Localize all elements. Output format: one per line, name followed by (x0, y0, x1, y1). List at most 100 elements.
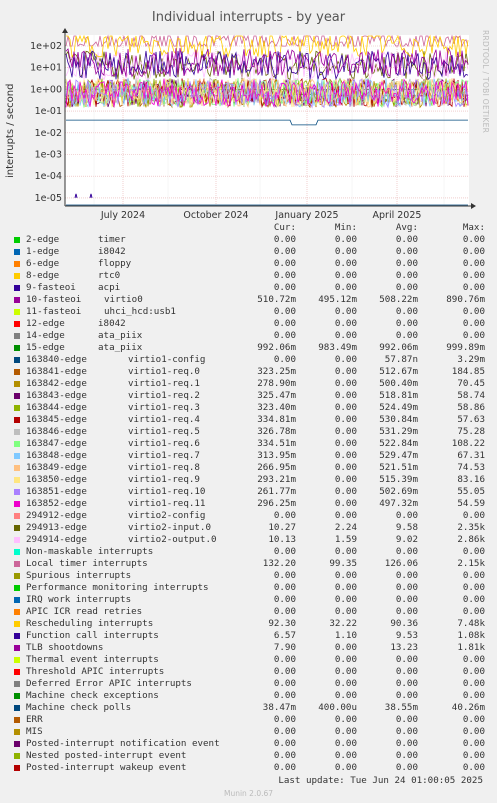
legend-avg: 0.00 (395, 318, 418, 329)
legend-cur: 278.90m (257, 378, 296, 389)
legend-device: ata_piix (98, 330, 143, 341)
y-tick-label: 1e-04 (35, 171, 62, 182)
legend-row: 163844-edge virtio1-req.3 323.40m 0.00 524.4… (0, 402, 497, 414)
legend-row: MIS 0.00 0.00 0.00 0.00 (0, 726, 497, 738)
legend-row: 163845-edge virtio1-req.4 334.81m 0.00 530.8… (0, 414, 497, 426)
legend-label: MIS (26, 726, 43, 737)
y-tick-label: 1e+02 (30, 41, 62, 52)
legend-swatch (14, 237, 20, 243)
legend-min: 0.00 (334, 354, 357, 365)
legend-cur: 0.00 (273, 594, 296, 605)
legend-avg: 531.29m (379, 426, 418, 437)
legend-max: 0.00 (462, 282, 485, 293)
legend-label: Spurious interrupts (26, 570, 132, 581)
y-axis-arrow (62, 28, 68, 33)
legend-max: 0.00 (462, 654, 485, 665)
legend-min: 0.00 (334, 570, 357, 581)
legend-device: floppy (98, 258, 132, 269)
legend-avg: 13.23 (390, 642, 418, 653)
legend-row: 163840-edge virtio1-config 0.00 0.00 57.87n 3… (0, 354, 497, 366)
legend-cur: 0.00 (273, 582, 296, 593)
legend-device: virtio1-req.5 (128, 426, 200, 437)
legend-swatch (14, 681, 20, 687)
legend-max: 890.76m (446, 294, 485, 305)
legend-swatch (14, 729, 20, 735)
legend-max: 0.00 (462, 726, 485, 737)
legend-max: 1.81k (457, 642, 485, 653)
legend-max: 0.00 (462, 234, 485, 245)
legend-label: TLB shootdowns (26, 642, 104, 653)
y-tick-label: 1e-01 (35, 106, 62, 117)
legend-swatch (14, 249, 20, 255)
col-avg: Avg: (395, 222, 418, 233)
legend-device: rtc0 (98, 270, 121, 281)
legend-row: 163848-edge virtio1-req.7 313.95m 0.00 529.4… (0, 450, 497, 462)
legend-label: 163852-edge (26, 498, 87, 509)
legend-max: 40.26m (451, 702, 485, 713)
legend-cur: 313.95m (257, 450, 296, 461)
legend-max: 0.00 (462, 270, 485, 281)
legend-cur: 0.00 (273, 714, 296, 725)
legend-row: 11-fasteoi uhci_hcd:usb1 0.00 0.00 0.00 0.00 (0, 306, 497, 318)
legend-swatch (14, 609, 20, 615)
legend-min: 0.00 (334, 582, 357, 593)
legend-device: virtio2-config (128, 510, 206, 521)
legend-max: 0.00 (462, 546, 485, 557)
legend-min: 0.00 (334, 366, 357, 377)
legend-min: 0.00 (334, 330, 357, 341)
legend-label: 8-edge (26, 270, 60, 281)
legend-row: 12-edge i8042 0.00 0.00 0.00 0.00 (0, 318, 497, 330)
legend-min: 32.22 (329, 618, 357, 629)
legend-swatch (14, 705, 20, 711)
legend-min: 0.00 (334, 258, 357, 269)
plot-area: 1e+02 1e+01 1e+00 1e-01 1e-02 1e-03 1e-04 1e-05… (30, 28, 476, 221)
legend-device: i8042 (98, 318, 126, 329)
legend-label: Posted-interrupt wakeup event (26, 762, 187, 773)
legend-swatch (14, 717, 20, 723)
legend-label: Machine check exceptions (26, 690, 159, 701)
legend-row: 163852-edge virtio1-req.11 296.25m 0.00 497.… (0, 498, 497, 510)
legend-avg: 522.84m (379, 438, 418, 449)
legend-cur: 0.00 (273, 666, 296, 677)
legend-swatch (14, 537, 20, 543)
legend-row: Rescheduling interrupts 92.30 32.22 90.36 7.… (0, 618, 497, 630)
legend-device: virtio1-req.2 (128, 390, 200, 401)
legend-swatch (14, 597, 20, 603)
legend-avg: 992.06m (379, 342, 418, 353)
legend-min: 0.00 (334, 450, 357, 461)
legend-avg: 9.53 (395, 630, 418, 641)
legend-max: 2.35k (457, 522, 485, 533)
legend-device: virtio1-req.0 (128, 366, 200, 377)
legend-device: virtio2-output.0 (128, 534, 217, 545)
legend-max: 7.48k (457, 618, 485, 629)
legend-max: 70.45 (457, 378, 485, 389)
legend-avg: 9.58 (395, 522, 418, 533)
legend-avg: 521.51m (379, 462, 418, 473)
legend-row: 1-edge i8042 0.00 0.00 0.00 0.00 (0, 246, 497, 258)
legend-cur: 0.00 (273, 354, 296, 365)
legend-avg: 0.00 (395, 750, 418, 761)
legend-max: 0.00 (462, 246, 485, 257)
legend-row: Posted-interrupt wakeup event 0.00 0.00 0.0… (0, 762, 497, 774)
legend-row: 294912-edge virtio2-config 0.00 0.00 0.00 0.0… (0, 510, 497, 522)
legend-max: 74.53 (457, 462, 485, 473)
legend-cur: 92.30 (268, 618, 296, 629)
legend-swatch (14, 273, 20, 279)
legend-label: 14-edge (26, 330, 65, 341)
legend-avg: 0.00 (395, 330, 418, 341)
legend-cur: 7.90 (273, 642, 296, 653)
legend-row: Posted-interrupt notification event 0.00 0… (0, 738, 497, 750)
legend-cur: 0.00 (273, 690, 296, 701)
legend-avg: 0.00 (395, 258, 418, 269)
y-tick-label: 1e+00 (30, 84, 62, 95)
legend-cur: 0.00 (273, 318, 296, 329)
legend-avg: 0.00 (395, 546, 418, 557)
legend-cur: 0.00 (273, 510, 296, 521)
legend-label: Rescheduling interrupts (26, 618, 154, 629)
legend-swatch (14, 297, 20, 303)
legend-avg: 0.00 (395, 582, 418, 593)
legend-device: virtio1-req.11 (128, 498, 206, 509)
x-tick-label: April 2025 (373, 210, 422, 221)
legend-max: 0.00 (462, 318, 485, 329)
legend-avg: 90.36 (390, 618, 418, 629)
